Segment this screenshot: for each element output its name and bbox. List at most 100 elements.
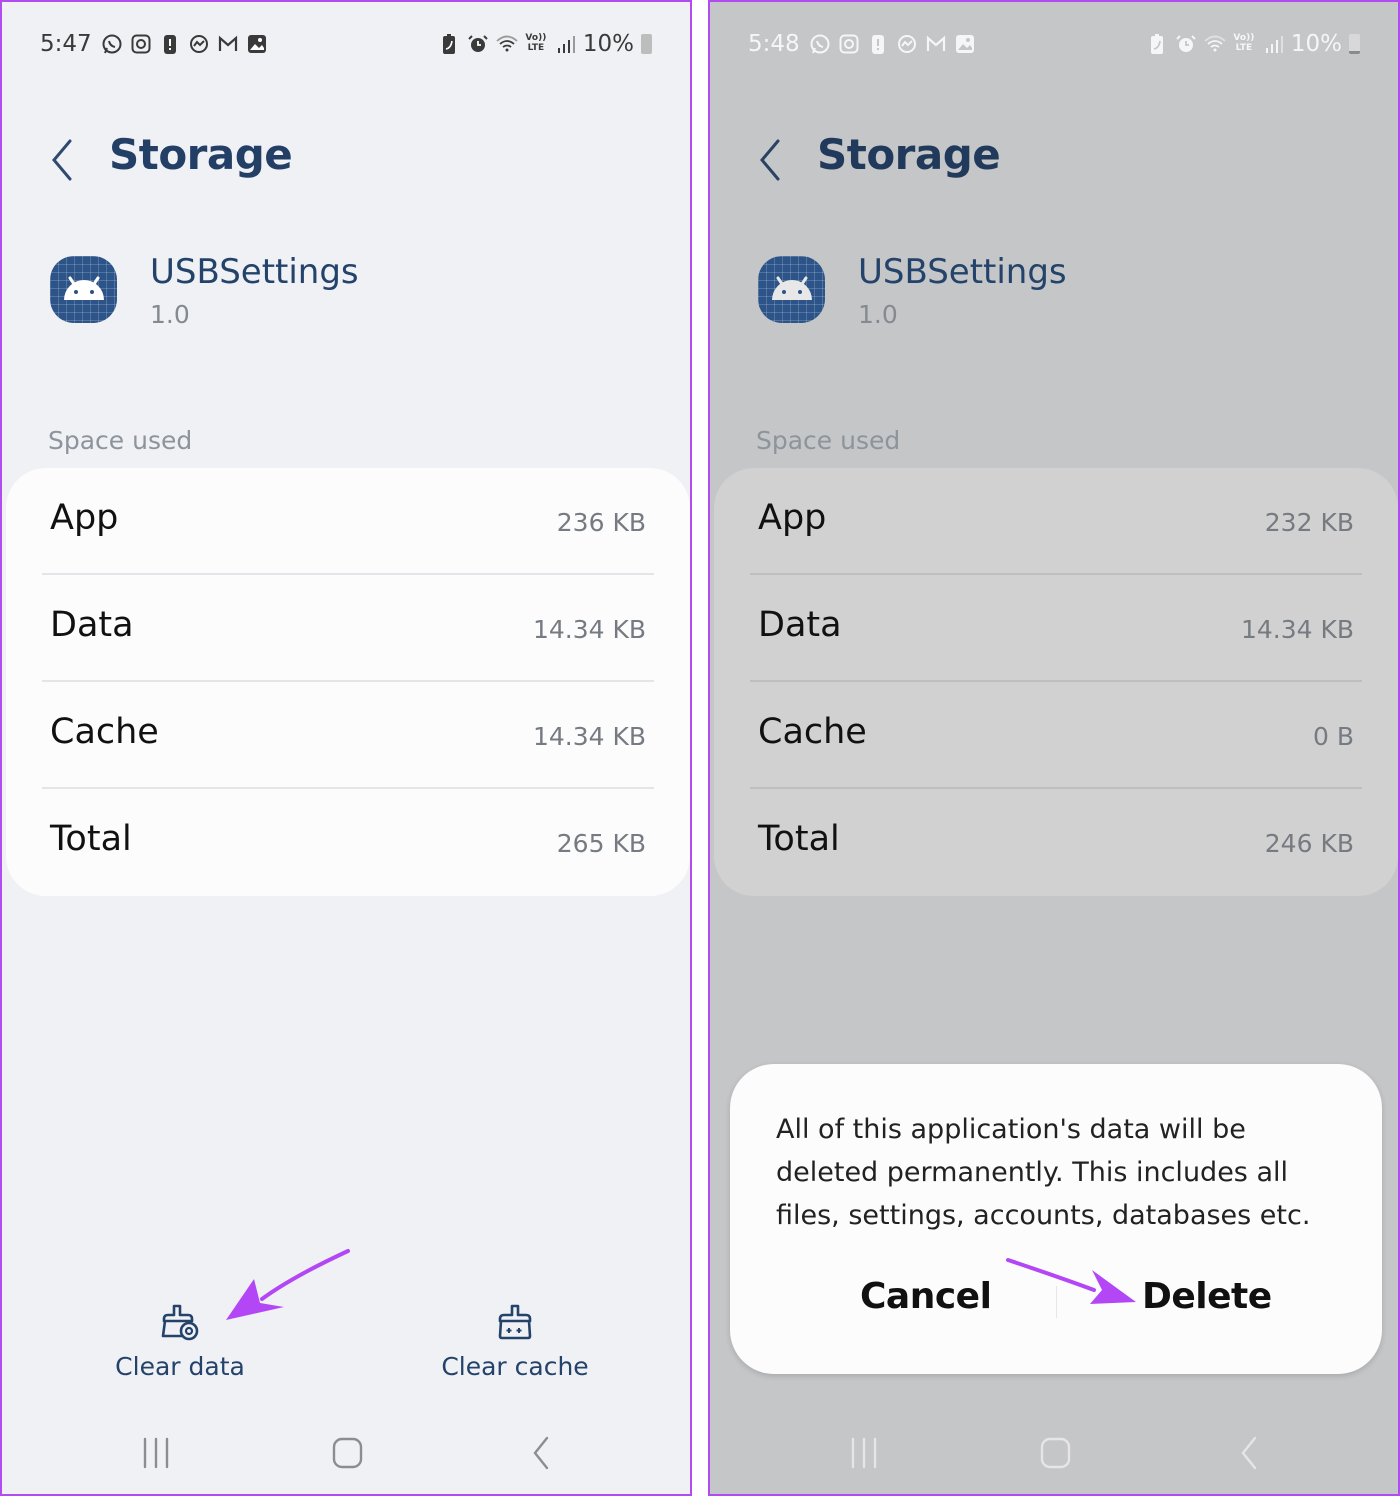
storage-row-cache: Cache 14.34 KB — [6, 682, 690, 789]
section-label-space-used: Space used — [756, 426, 901, 455]
battery-percent: 10% — [1290, 31, 1342, 57]
app-version: 1.0 — [150, 300, 190, 329]
status-bar: 5:48 Vo)) LTE 10% — [748, 28, 1360, 60]
clear-data-label: Clear data — [115, 1352, 245, 1381]
cancel-button[interactable]: Cancel — [860, 1276, 992, 1317]
dialog-button-divider — [1056, 1286, 1057, 1318]
whatsapp-icon — [809, 33, 831, 55]
navigation-bar — [710, 1428, 1398, 1478]
home-icon — [1040, 1437, 1071, 1469]
back-icon — [533, 1436, 549, 1470]
row-label: Total — [50, 819, 132, 859]
battery-percent: 10% — [582, 31, 634, 57]
recents-icon — [143, 1437, 169, 1469]
screen-storage-before: 5:47 Vo)) LTE 10% Storage USBSettings 1.… — [0, 0, 692, 1496]
alarm-icon — [467, 33, 489, 55]
messenger-icon — [188, 33, 210, 55]
gallery-icon — [246, 33, 268, 55]
status-bar: 5:47 Vo)) LTE 10% — [40, 28, 652, 60]
volte-icon: Vo)) LTE — [525, 33, 547, 53]
battery-icon — [641, 34, 652, 54]
status-right: Vo)) LTE 10% — [438, 31, 652, 57]
status-left: 5:47 — [40, 31, 268, 57]
instagram-icon — [130, 33, 152, 55]
gmail-icon — [217, 33, 239, 55]
battery-icon — [1349, 34, 1360, 54]
row-label: Data — [50, 605, 134, 645]
row-value: 236 KB — [556, 508, 646, 537]
back-button[interactable] — [42, 135, 82, 185]
clear-data-button[interactable]: Clear data — [70, 1302, 290, 1381]
row-label: Data — [758, 605, 842, 645]
row-label: App — [50, 498, 119, 538]
delete-button[interactable]: Delete — [1142, 1276, 1272, 1317]
clear-cache-button[interactable]: Clear cache — [405, 1302, 625, 1381]
home-icon — [332, 1437, 363, 1469]
clear-data-dialog: All of this application's data will be d… — [730, 1064, 1382, 1374]
page-title: Storage — [109, 130, 293, 179]
row-value: 246 KB — [1264, 829, 1354, 858]
home-button[interactable] — [1026, 1428, 1086, 1478]
storage-card: App 232 KB Data 14.34 KB Cache 0 B Total… — [714, 468, 1398, 896]
row-label: Cache — [758, 712, 867, 752]
screen-storage-dialog: 5:48 Vo)) LTE 10% Storage USBSettings 1.… — [708, 0, 1400, 1496]
android-icon — [758, 256, 825, 323]
storage-row-data: Data 14.34 KB — [714, 575, 1398, 682]
instagram-icon — [838, 33, 860, 55]
row-value: 232 KB — [1264, 508, 1354, 537]
home-button[interactable] — [318, 1428, 378, 1478]
dialog-message: All of this application's data will be d… — [776, 1114, 1311, 1231]
row-label: App — [758, 498, 827, 538]
battery-saver-icon — [438, 33, 460, 55]
clear-cache-icon — [498, 1304, 532, 1340]
storage-row-app: App 236 KB — [6, 468, 690, 575]
gmail-icon — [925, 33, 947, 55]
chevron-left-icon — [52, 139, 72, 181]
row-label: Total — [758, 819, 840, 859]
app-name: USBSettings — [150, 252, 359, 292]
wifi-icon — [496, 33, 518, 55]
storage-row-cache: Cache 0 B — [714, 682, 1398, 789]
row-value: 14.34 KB — [1240, 615, 1354, 644]
battery-saver-icon — [1146, 33, 1168, 55]
navigation-bar — [2, 1428, 690, 1478]
alarm-icon — [1175, 33, 1197, 55]
status-right: Vo)) LTE 10% — [1146, 31, 1360, 57]
status-time: 5:48 — [748, 31, 800, 57]
row-value: 14.34 KB — [532, 615, 646, 644]
status-time: 5:47 — [40, 31, 92, 57]
storage-row-total: Total 246 KB — [714, 789, 1398, 896]
chevron-left-icon — [760, 139, 780, 181]
storage-row-app: App 232 KB — [714, 468, 1398, 575]
recents-icon — [851, 1437, 877, 1469]
alert-icon — [159, 33, 181, 55]
status-left: 5:48 — [748, 31, 976, 57]
android-icon — [50, 256, 117, 323]
back-nav-button[interactable] — [512, 1428, 572, 1478]
alert-icon — [867, 33, 889, 55]
gallery-icon — [954, 33, 976, 55]
clear-data-icon — [161, 1304, 199, 1341]
storage-row-total: Total 265 KB — [6, 789, 690, 896]
back-button[interactable] — [750, 135, 790, 185]
row-value: 14.34 KB — [532, 722, 646, 751]
section-label-space-used: Space used — [48, 426, 193, 455]
recents-button[interactable] — [126, 1428, 186, 1478]
page-title: Storage — [817, 130, 1001, 179]
row-value: 0 B — [1312, 722, 1354, 751]
volte-icon: Vo)) LTE — [1233, 33, 1255, 53]
row-value: 265 KB — [556, 829, 646, 858]
signal-icon — [554, 33, 576, 55]
app-name: USBSettings — [858, 252, 1067, 292]
storage-row-data: Data 14.34 KB — [6, 575, 690, 682]
storage-card: App 236 KB Data 14.34 KB Cache 14.34 KB … — [6, 468, 690, 896]
clear-cache-label: Clear cache — [441, 1352, 589, 1381]
app-version: 1.0 — [858, 300, 898, 329]
back-icon — [1241, 1436, 1257, 1470]
messenger-icon — [896, 33, 918, 55]
back-nav-button[interactable] — [1220, 1428, 1280, 1478]
recents-button[interactable] — [834, 1428, 894, 1478]
signal-icon — [1262, 33, 1284, 55]
row-label: Cache — [50, 712, 159, 752]
whatsapp-icon — [101, 33, 123, 55]
